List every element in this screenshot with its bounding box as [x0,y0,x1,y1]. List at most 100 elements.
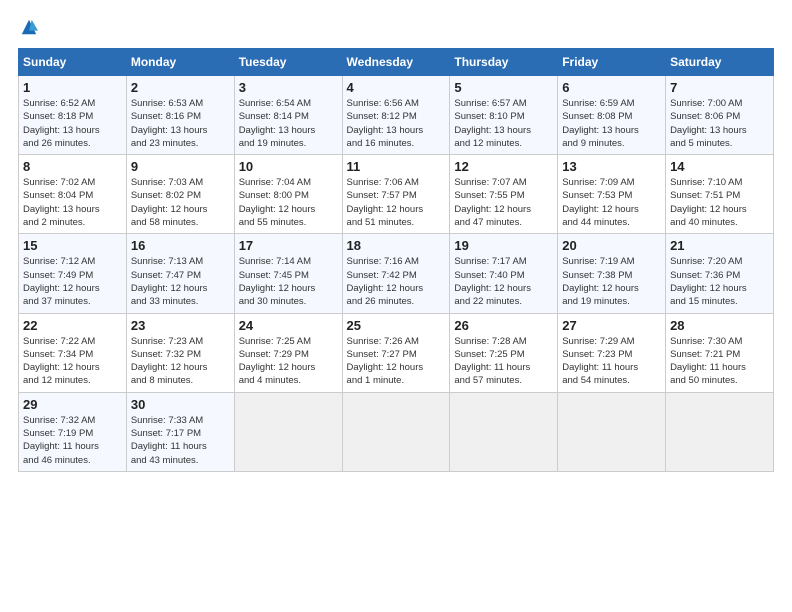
calendar-cell [450,392,558,471]
day-number: 7 [670,80,769,95]
calendar-cell [342,392,450,471]
calendar-cell: 18 Sunrise: 7:16 AM Sunset: 7:42 PM Dayli… [342,234,450,313]
day-header-saturday: Saturday [666,49,774,76]
day-info: Sunrise: 7:16 AM Sunset: 7:42 PM Dayligh… [347,255,446,308]
logo [18,18,38,36]
day-number: 3 [239,80,338,95]
day-number: 1 [23,80,122,95]
day-info: Sunrise: 7:22 AM Sunset: 7:34 PM Dayligh… [23,335,122,388]
day-info: Sunrise: 7:20 AM Sunset: 7:36 PM Dayligh… [670,255,769,308]
day-info: Sunrise: 6:54 AM Sunset: 8:14 PM Dayligh… [239,97,338,150]
day-info: Sunrise: 7:30 AM Sunset: 7:21 PM Dayligh… [670,335,769,388]
day-number: 25 [347,318,446,333]
calendar-cell: 17 Sunrise: 7:14 AM Sunset: 7:45 PM Dayli… [234,234,342,313]
day-header-sunday: Sunday [19,49,127,76]
calendar-cell: 26 Sunrise: 7:28 AM Sunset: 7:25 PM Dayli… [450,313,558,392]
week-row-4: 29 Sunrise: 7:32 AM Sunset: 7:19 PM Dayli… [19,392,774,471]
day-info: Sunrise: 7:13 AM Sunset: 7:47 PM Dayligh… [131,255,230,308]
calendar-cell: 1 Sunrise: 6:52 AM Sunset: 8:18 PM Daylig… [19,76,127,155]
day-info: Sunrise: 7:25 AM Sunset: 7:29 PM Dayligh… [239,335,338,388]
calendar-cell: 6Sunrise: 6:59 AM Sunset: 8:08 PM Daylig… [558,76,666,155]
day-info: Sunrise: 7:23 AM Sunset: 7:32 PM Dayligh… [131,335,230,388]
calendar-table: SundayMondayTuesdayWednesdayThursdayFrid… [18,48,774,472]
day-number: 30 [131,397,230,412]
day-number: 10 [239,159,338,174]
calendar-cell [666,392,774,471]
day-number: 9 [131,159,230,174]
day-info: Sunrise: 7:32 AM Sunset: 7:19 PM Dayligh… [23,414,122,467]
day-number: 18 [347,238,446,253]
day-number: 29 [23,397,122,412]
day-info: Sunrise: 6:59 AM Sunset: 8:08 PM Dayligh… [562,97,661,150]
calendar-cell: 10 Sunrise: 7:04 AM Sunset: 8:00 PM Dayli… [234,155,342,234]
day-info: Sunrise: 6:52 AM Sunset: 8:18 PM Dayligh… [23,97,122,150]
calendar-cell: 14 Sunrise: 7:10 AM Sunset: 7:51 PM Dayli… [666,155,774,234]
calendar-cell: 27Sunrise: 7:29 AM Sunset: 7:23 PM Dayli… [558,313,666,392]
day-info: Sunrise: 7:10 AM Sunset: 7:51 PM Dayligh… [670,176,769,229]
day-number: 20 [562,238,661,253]
day-header-friday: Friday [558,49,666,76]
calendar-cell: 22 Sunrise: 7:22 AM Sunset: 7:34 PM Dayli… [19,313,127,392]
day-header-thursday: Thursday [450,49,558,76]
day-number: 2 [131,80,230,95]
day-info: Sunrise: 7:00 AM Sunset: 8:06 PM Dayligh… [670,97,769,150]
day-info: Sunrise: 7:02 AM Sunset: 8:04 PM Dayligh… [23,176,122,229]
day-info: Sunrise: 6:57 AM Sunset: 8:10 PM Dayligh… [454,97,553,150]
day-info: Sunrise: 7:03 AM Sunset: 8:02 PM Dayligh… [131,176,230,229]
calendar-cell: 29 Sunrise: 7:32 AM Sunset: 7:19 PM Dayli… [19,392,127,471]
calendar-cell: 2Sunrise: 6:53 AM Sunset: 8:16 PM Daylig… [126,76,234,155]
day-header-tuesday: Tuesday [234,49,342,76]
calendar-cell: 23 Sunrise: 7:23 AM Sunset: 7:32 PM Dayli… [126,313,234,392]
day-number: 13 [562,159,661,174]
calendar-cell: 30 Sunrise: 7:33 AM Sunset: 7:17 PM Dayli… [126,392,234,471]
day-info: Sunrise: 7:28 AM Sunset: 7:25 PM Dayligh… [454,335,553,388]
calendar-cell: 4Sunrise: 6:56 AM Sunset: 8:12 PM Daylig… [342,76,450,155]
calendar-cell: 25 Sunrise: 7:26 AM Sunset: 7:27 PM Dayli… [342,313,450,392]
day-number: 14 [670,159,769,174]
day-number: 4 [347,80,446,95]
day-number: 19 [454,238,553,253]
logo-icon [20,18,38,36]
day-number: 22 [23,318,122,333]
day-number: 12 [454,159,553,174]
day-info: Sunrise: 7:33 AM Sunset: 7:17 PM Dayligh… [131,414,230,467]
calendar-cell: 24 Sunrise: 7:25 AM Sunset: 7:29 PM Dayli… [234,313,342,392]
day-number: 26 [454,318,553,333]
calendar-cell: 11 Sunrise: 7:06 AM Sunset: 7:57 PM Dayli… [342,155,450,234]
calendar-cell: 16Sunrise: 7:13 AM Sunset: 7:47 PM Dayli… [126,234,234,313]
day-number: 5 [454,80,553,95]
calendar-cell: 19 Sunrise: 7:17 AM Sunset: 7:40 PM Dayli… [450,234,558,313]
day-number: 28 [670,318,769,333]
header [18,18,774,36]
day-number: 11 [347,159,446,174]
day-info: Sunrise: 7:06 AM Sunset: 7:57 PM Dayligh… [347,176,446,229]
day-number: 17 [239,238,338,253]
day-info: Sunrise: 7:12 AM Sunset: 7:49 PM Dayligh… [23,255,122,308]
calendar-cell [558,392,666,471]
day-number: 15 [23,238,122,253]
days-header-row: SundayMondayTuesdayWednesdayThursdayFrid… [19,49,774,76]
calendar-cell: 7 Sunrise: 7:00 AM Sunset: 8:06 PM Daylig… [666,76,774,155]
day-number: 24 [239,318,338,333]
day-info: Sunrise: 7:17 AM Sunset: 7:40 PM Dayligh… [454,255,553,308]
day-info: Sunrise: 7:04 AM Sunset: 8:00 PM Dayligh… [239,176,338,229]
calendar-cell: 20Sunrise: 7:19 AM Sunset: 7:38 PM Dayli… [558,234,666,313]
week-row-3: 22 Sunrise: 7:22 AM Sunset: 7:34 PM Dayli… [19,313,774,392]
calendar-cell: 12 Sunrise: 7:07 AM Sunset: 7:55 PM Dayli… [450,155,558,234]
calendar-cell: 5 Sunrise: 6:57 AM Sunset: 8:10 PM Daylig… [450,76,558,155]
day-number: 27 [562,318,661,333]
day-info: Sunrise: 7:26 AM Sunset: 7:27 PM Dayligh… [347,335,446,388]
day-number: 23 [131,318,230,333]
page: SundayMondayTuesdayWednesdayThursdayFrid… [0,0,792,482]
calendar-cell: 3 Sunrise: 6:54 AM Sunset: 8:14 PM Daylig… [234,76,342,155]
day-info: Sunrise: 7:09 AM Sunset: 7:53 PM Dayligh… [562,176,661,229]
calendar-cell: 15 Sunrise: 7:12 AM Sunset: 7:49 PM Dayli… [19,234,127,313]
day-info: Sunrise: 7:07 AM Sunset: 7:55 PM Dayligh… [454,176,553,229]
day-header-wednesday: Wednesday [342,49,450,76]
day-header-monday: Monday [126,49,234,76]
calendar-cell [234,392,342,471]
day-info: Sunrise: 7:14 AM Sunset: 7:45 PM Dayligh… [239,255,338,308]
day-number: 8 [23,159,122,174]
week-row-1: 8 Sunrise: 7:02 AM Sunset: 8:04 PM Daylig… [19,155,774,234]
calendar-cell: 9 Sunrise: 7:03 AM Sunset: 8:02 PM Daylig… [126,155,234,234]
